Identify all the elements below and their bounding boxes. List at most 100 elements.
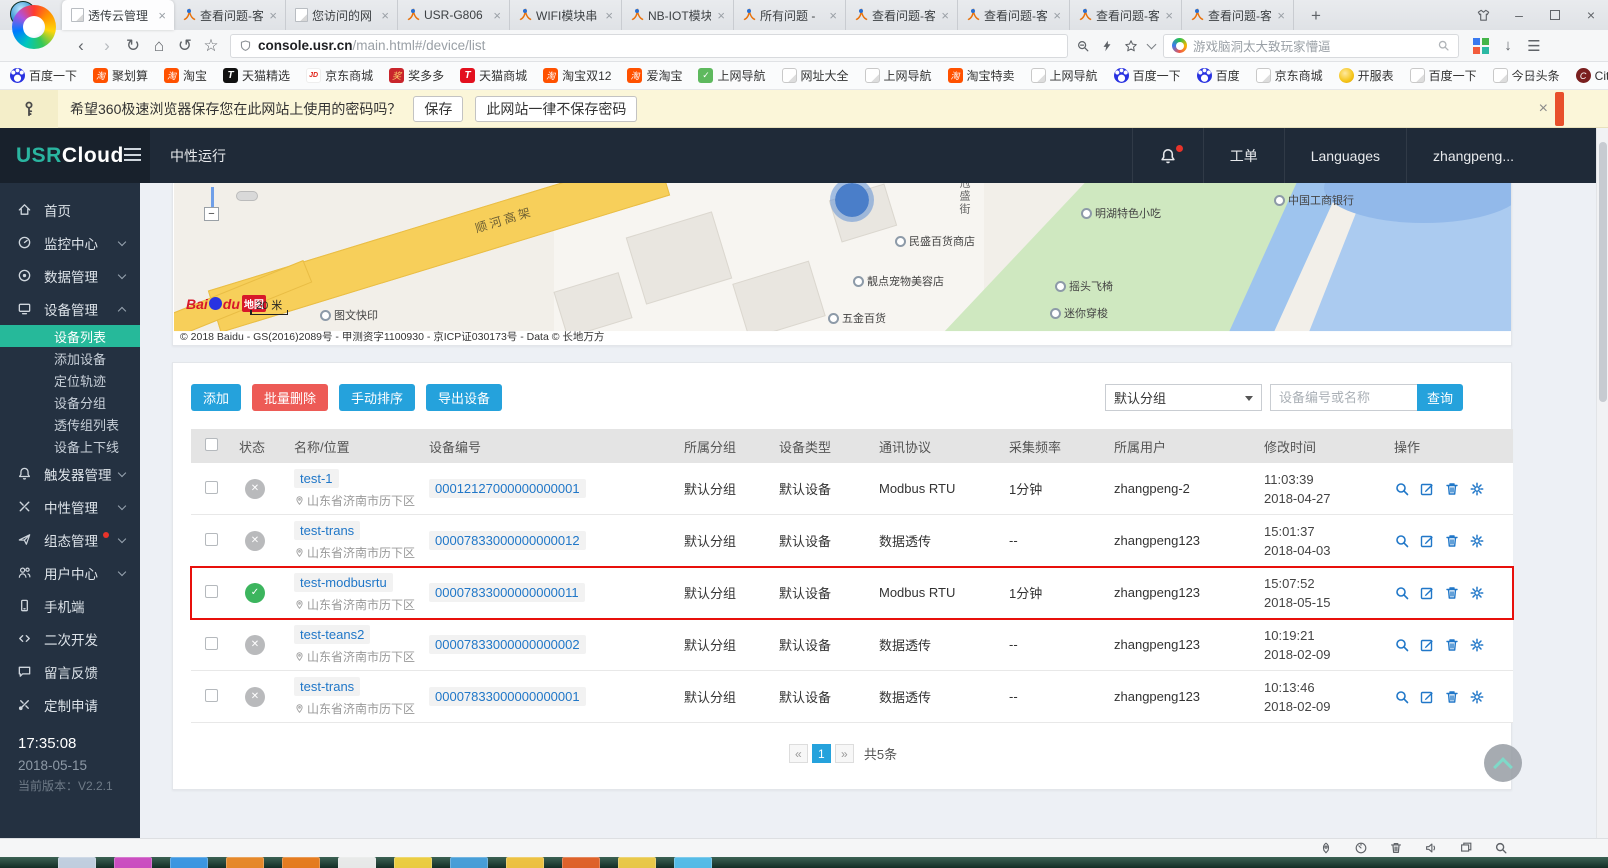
bookmark-item[interactable]: 爱淘宝 bbox=[627, 67, 682, 84]
user-menu[interactable]: zhangpeng... bbox=[1406, 128, 1540, 183]
edit-device-icon[interactable] bbox=[1419, 689, 1435, 705]
tab-close-icon[interactable]: × bbox=[379, 8, 391, 23]
bookmark-item[interactable]: 开服表 bbox=[1339, 67, 1394, 84]
device-name-link[interactable]: test-1 bbox=[294, 469, 339, 488]
bookmark-item[interactable]: 淘宝双12 bbox=[543, 67, 611, 84]
tab-close-icon[interactable]: × bbox=[939, 8, 951, 23]
browser-skin-icon[interactable] bbox=[1474, 6, 1492, 24]
select-all-checkbox[interactable] bbox=[205, 438, 218, 451]
languages-link[interactable]: Languages bbox=[1284, 128, 1406, 183]
taskbar-app-icon[interactable] bbox=[338, 857, 376, 868]
bookmark-item[interactable]: 聚划算 bbox=[93, 67, 148, 84]
minimize-button[interactable]: – bbox=[1510, 6, 1528, 24]
bookmark-item[interactable]: 上网导航 bbox=[698, 67, 765, 84]
back-button[interactable]: ‹ bbox=[68, 36, 94, 56]
taskbar-app-icon[interactable] bbox=[618, 857, 656, 868]
device-settings-icon[interactable] bbox=[1469, 533, 1485, 549]
statusbar-tool-icon[interactable] bbox=[1354, 841, 1368, 855]
edit-device-icon[interactable] bbox=[1419, 481, 1435, 497]
current-page-button[interactable]: 1 bbox=[812, 744, 831, 763]
delete-device-icon[interactable] bbox=[1444, 585, 1460, 601]
tab-close-icon[interactable]: × bbox=[715, 8, 727, 23]
downloads-icon[interactable]: ↓ bbox=[1495, 37, 1521, 54]
taskbar-app-icon[interactable] bbox=[450, 857, 488, 868]
export-devices-button[interactable]: 导出设备 bbox=[426, 384, 502, 411]
taskbar-app-icon[interactable] bbox=[282, 857, 320, 868]
lightning-icon[interactable] bbox=[1100, 39, 1114, 53]
sidebar-item[interactable]: 定制申请 bbox=[0, 688, 140, 721]
sidebar-item[interactable]: 监控中心 bbox=[0, 226, 140, 259]
bookmark-item[interactable]: 奖多多 bbox=[389, 67, 444, 84]
browser-tab[interactable]: 所有问题 - × bbox=[734, 0, 846, 30]
sidebar-subitem[interactable]: 设备列表 bbox=[0, 325, 140, 347]
bookmark-item[interactable]: 京东商城 bbox=[306, 67, 373, 84]
taskbar-app-icon[interactable] bbox=[394, 857, 432, 868]
apps-grid-icon[interactable] bbox=[1473, 38, 1489, 54]
bookmark-star-icon[interactable] bbox=[1124, 39, 1138, 53]
sidebar-item[interactable]: 中性管理 bbox=[0, 490, 140, 523]
sidebar-item[interactable]: 用户中心 bbox=[0, 556, 140, 589]
save-password-button[interactable]: 保存 bbox=[413, 96, 463, 122]
row-checkbox[interactable] bbox=[205, 689, 218, 702]
statusbar-tool-icon[interactable] bbox=[1319, 841, 1333, 855]
bookmark-item[interactable]: 上网导航 bbox=[1031, 67, 1098, 84]
never-save-password-button[interactable]: 此网站一律不保存密码 bbox=[475, 96, 637, 122]
url-field[interactable]: console.usr.cn /main.html#/device/list bbox=[230, 34, 1068, 58]
statusbar-tool-icon[interactable] bbox=[1424, 841, 1438, 855]
zoom-slider[interactable] bbox=[211, 187, 214, 207]
view-device-icon[interactable] bbox=[1394, 689, 1410, 705]
tab-close-icon[interactable]: × bbox=[491, 8, 503, 23]
notifications-bell[interactable] bbox=[1132, 128, 1203, 183]
bookmark-item[interactable]: 百度一下 bbox=[1410, 67, 1477, 84]
taskbar-app-icon[interactable] bbox=[170, 857, 208, 868]
batch-delete-button[interactable]: 批量删除 bbox=[252, 384, 328, 411]
device-name-link[interactable]: test-modbusrtu bbox=[294, 573, 393, 592]
statusbar-tool-icon[interactable] bbox=[1389, 841, 1403, 855]
sidebar-subitem[interactable]: 设备上下线 bbox=[0, 435, 140, 457]
browser-search-box[interactable]: 游戏脑洞太大致玩家懵逼 bbox=[1163, 34, 1459, 58]
browser-tab[interactable]: 透传云管理 × bbox=[62, 0, 174, 30]
sidebar-item[interactable]: 数据管理 bbox=[0, 259, 140, 292]
sidebar-item[interactable]: 设备管理 bbox=[0, 292, 140, 325]
sidebar-subitem[interactable]: 定位轨迹 bbox=[0, 369, 140, 391]
chevron-down-icon[interactable] bbox=[1147, 39, 1157, 49]
add-device-button[interactable]: 添加 bbox=[191, 384, 241, 411]
statusbar-tool-icon[interactable] bbox=[1494, 841, 1508, 855]
bookmark-item[interactable]: 天猫商城 bbox=[460, 67, 527, 84]
device-settings-icon[interactable] bbox=[1469, 481, 1485, 497]
edit-device-icon[interactable] bbox=[1419, 585, 1435, 601]
sidebar-item[interactable]: 首页 bbox=[0, 193, 140, 226]
page-scrollbar[interactable] bbox=[1596, 128, 1608, 838]
bookmark-item[interactable]: 上网导航 bbox=[865, 67, 932, 84]
bookmark-item[interactable]: 天猫精选 bbox=[223, 67, 290, 84]
taskbar-app-icon[interactable] bbox=[226, 857, 264, 868]
bookmark-item[interactable]: 淘宝特卖 bbox=[948, 67, 1015, 84]
sidebar-subitem[interactable]: 透传组列表 bbox=[0, 413, 140, 435]
bookmark-item[interactable]: 京东商城 bbox=[1256, 67, 1323, 84]
edit-device-icon[interactable] bbox=[1419, 533, 1435, 549]
bookmark-item[interactable]: 网址大全 bbox=[782, 67, 849, 84]
device-settings-icon[interactable] bbox=[1469, 689, 1485, 705]
edit-device-icon[interactable] bbox=[1419, 637, 1435, 653]
browser-tab[interactable]: 查看问题-客 × bbox=[958, 0, 1070, 30]
taskbar-app-icon[interactable] bbox=[562, 857, 600, 868]
browser-tab[interactable]: WIFI模块串 × bbox=[510, 0, 622, 30]
tab-close-icon[interactable]: × bbox=[1163, 8, 1175, 23]
statusbar-tool-icon[interactable] bbox=[1459, 841, 1473, 855]
taskbar-app-icon[interactable] bbox=[674, 857, 712, 868]
baidu-map[interactable]: 顺河高架 冠盛街 民盛百货商店 靓点宠物美容店 明湖特色小吃 摇头飞椅 bbox=[174, 183, 1511, 332]
device-name-link[interactable]: test-trans bbox=[294, 677, 360, 696]
tab-close-icon[interactable]: × bbox=[156, 8, 168, 23]
taskbar-app-icon[interactable] bbox=[58, 857, 96, 868]
row-checkbox[interactable] bbox=[205, 481, 218, 494]
device-id-link[interactable]: 00012127000000000001 bbox=[429, 479, 586, 498]
device-id-link[interactable]: 00007833000000000001 bbox=[429, 687, 586, 706]
row-checkbox[interactable] bbox=[205, 637, 218, 650]
manual-sort-button[interactable]: 手动排序 bbox=[339, 384, 415, 411]
device-name-link[interactable]: test-trans bbox=[294, 521, 360, 540]
close-button[interactable]: × bbox=[1582, 6, 1600, 24]
bookmarks-overflow-chevron[interactable]: » bbox=[1528, 68, 1535, 83]
zoom-out-icon[interactable] bbox=[1076, 39, 1090, 53]
sidebar-subitem[interactable]: 添加设备 bbox=[0, 347, 140, 369]
back-to-top-button[interactable] bbox=[1484, 744, 1522, 782]
